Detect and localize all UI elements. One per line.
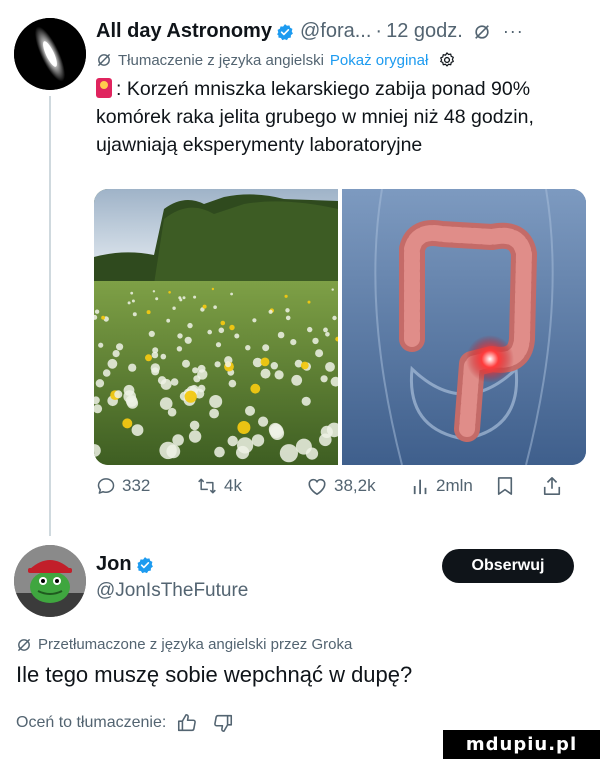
more-icon[interactable]: ··· [503, 21, 524, 42]
repost-icon [198, 478, 216, 494]
reply-count: 332 [122, 476, 151, 495]
tweet-header: All day Astronomy @fora... · 12 godz. ··… [96, 20, 590, 43]
views-button[interactable]: 2mln [412, 476, 496, 496]
translation-note: Tłumaczenie z języka angielski [118, 51, 324, 69]
thumbs-up-icon[interactable] [176, 712, 198, 734]
colon-anatomy-image[interactable] [342, 189, 586, 465]
translate-settings-icon[interactable] [438, 51, 456, 69]
siren-emoji-icon [96, 78, 112, 98]
translation-bar: Tłumaczenie z języka angielski Pokaż ory… [96, 51, 590, 69]
tweet-action-bar: 332 4k 38,2k 2mln [96, 476, 582, 496]
author-name[interactable]: All day Astronomy [96, 20, 272, 43]
separator-dot: · [375, 20, 383, 42]
tweet-text: Korzeń mniszka lekarskiego zabija ponad … [96, 78, 534, 156]
reply-author-handle[interactable]: @JonIsTheFuture [96, 580, 248, 602]
like-count: 38,2k [334, 476, 376, 495]
repost-button[interactable]: 4k [196, 476, 306, 496]
repost-count: 4k [224, 476, 242, 495]
site-watermark: mdupiu.pl [443, 730, 600, 759]
author-handle[interactable]: @fora... [300, 20, 371, 43]
thumbs-down-icon[interactable] [212, 712, 234, 734]
tweet-media[interactable] [94, 189, 586, 465]
rate-label: Oceń to tłumaczenie: [16, 714, 167, 731]
reply-text: Ile tego muszę sobie wepchnąć w dupę? [16, 662, 413, 687]
share-icon [543, 477, 561, 495]
reply-author-name[interactable]: Jon [96, 553, 132, 576]
grok-icon[interactable] [473, 23, 491, 41]
follow-button[interactable]: Obserwuj [442, 549, 574, 583]
reply-avatar[interactable] [14, 545, 86, 617]
views-count: 2mln [436, 476, 473, 495]
bookmark-icon [497, 477, 513, 495]
grok-icon [97, 53, 111, 67]
reply-button[interactable]: 332 [96, 476, 196, 496]
share-button[interactable] [542, 476, 568, 496]
verified-badge-icon [136, 556, 153, 573]
verified-badge-icon [277, 23, 293, 40]
grok-note-text: Przetłumaczone z języka angielski przez … [38, 636, 353, 653]
thread-line [49, 96, 51, 536]
tweet-time[interactable]: 12 godz. [386, 20, 463, 43]
dandelion-field-image[interactable] [94, 189, 338, 465]
tweet-text-wrap: : Korzeń mniszka lekarskiego zabija pona… [96, 75, 590, 159]
show-original-link[interactable]: Pokaż oryginał [330, 52, 428, 69]
grok-translation-note: Przetłumaczone z języka angielski przez … [16, 636, 352, 653]
like-icon [308, 478, 326, 495]
tweet-content: All day Astronomy @fora... · 12 godz. ··… [96, 20, 590, 159]
author-avatar[interactable] [14, 18, 86, 90]
reply-icon [97, 478, 115, 494]
like-button[interactable]: 38,2k [306, 476, 412, 496]
rate-translation: Oceń to tłumaczenie: [16, 712, 234, 734]
grok-icon [17, 638, 31, 651]
reply-header: Jon [96, 553, 154, 576]
views-icon [413, 479, 427, 495]
bookmark-button[interactable] [496, 476, 542, 496]
siren-colon: : [116, 78, 127, 100]
